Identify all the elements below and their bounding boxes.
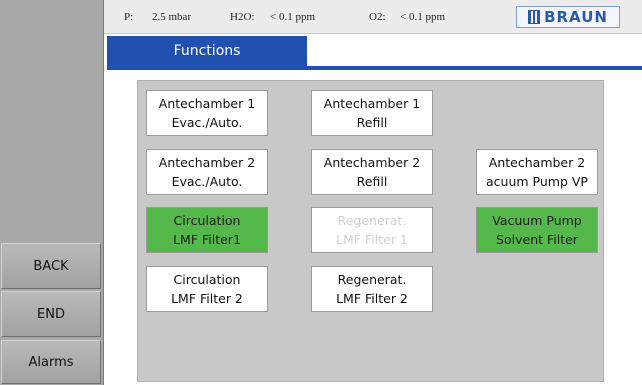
o2-value: < 0.1 ppm [400, 11, 446, 23]
logo-text: BRAUN [544, 8, 608, 26]
button-line-1: Vacuum Pump [492, 213, 582, 228]
circulation-lmf-filter2-button[interactable]: Circulation LMF Filter 2 [146, 266, 268, 312]
button-line-2: Evac./Auto. [171, 174, 243, 189]
button-line-1: Antechamber 2 [323, 155, 421, 170]
button-line-2: Refill [356, 115, 388, 130]
button-line-1: Antechamber 2 [158, 155, 256, 170]
regenerate-lmf-filter1-button[interactable]: Regenerat. LMF Filter 1 [311, 207, 433, 253]
regenerate-lmf-filter2-button[interactable]: Regenerat. LMF Filter 2 [311, 266, 433, 312]
button-line-2: LMF Filter 2 [171, 291, 243, 306]
button-line-2: Refill [356, 174, 388, 189]
h2o-label: H2O: [230, 11, 255, 23]
button-line-1: Antechamber 2 [488, 155, 586, 170]
antechamber1-evac-button[interactable]: Antechamber 1 Evac./Auto. [146, 90, 268, 136]
o2-label: O2: [369, 11, 386, 23]
end-button[interactable]: END [1, 291, 101, 337]
pressure-label: P: [124, 11, 134, 23]
circulation-lmf-filter1-button[interactable]: Circulation LMF Filter1 [146, 207, 268, 253]
button-line-1: Regenerat. [337, 272, 407, 287]
status-bar: P: 2.5 mbar H2O: < 0.1 ppm O2: < 0.1 ppm… [104, 0, 642, 34]
button-line-1: Circulation [173, 272, 241, 287]
pressure-value: 2.5 mbar [152, 11, 192, 23]
antechamber1-refill-button[interactable]: Antechamber 1 Refill [311, 90, 433, 136]
h2o-value: < 0.1 ppm [270, 11, 316, 23]
sidebar: BACK END Alarms [0, 0, 104, 385]
alarms-button[interactable]: Alarms [1, 340, 101, 384]
antechamber2-evac-button[interactable]: Antechamber 2 Evac./Auto. [146, 149, 268, 195]
title-underline [107, 66, 642, 70]
button-line-1: Circulation [173, 213, 241, 228]
button-line-2: acuum Pump VP [486, 174, 588, 189]
back-button[interactable]: BACK [1, 243, 101, 289]
button-line-1: Antechamber 1 [158, 96, 256, 111]
button-line-2: Solvent Filter [496, 232, 578, 247]
brand-logo: BRAUN [516, 6, 620, 28]
button-line-2: Evac./Auto. [171, 115, 243, 130]
antechamber2-vacuum-pump-button[interactable]: Antechamber 2 acuum Pump VP [476, 149, 598, 195]
button-line-2: LMF Filter1 [173, 232, 241, 247]
vacuum-pump-solvent-filter-button[interactable]: Vacuum Pump Solvent Filter [476, 207, 598, 253]
antechamber2-refill-button[interactable]: Antechamber 2 Refill [311, 149, 433, 195]
page-title: Functions [107, 36, 307, 66]
button-line-2: LMF Filter 1 [336, 232, 408, 247]
logo-mark-icon [528, 10, 541, 24]
button-line-1: Regenerat. [337, 213, 407, 228]
button-line-1: Antechamber 1 [323, 96, 421, 111]
button-line-2: LMF Filter 2 [336, 291, 408, 306]
